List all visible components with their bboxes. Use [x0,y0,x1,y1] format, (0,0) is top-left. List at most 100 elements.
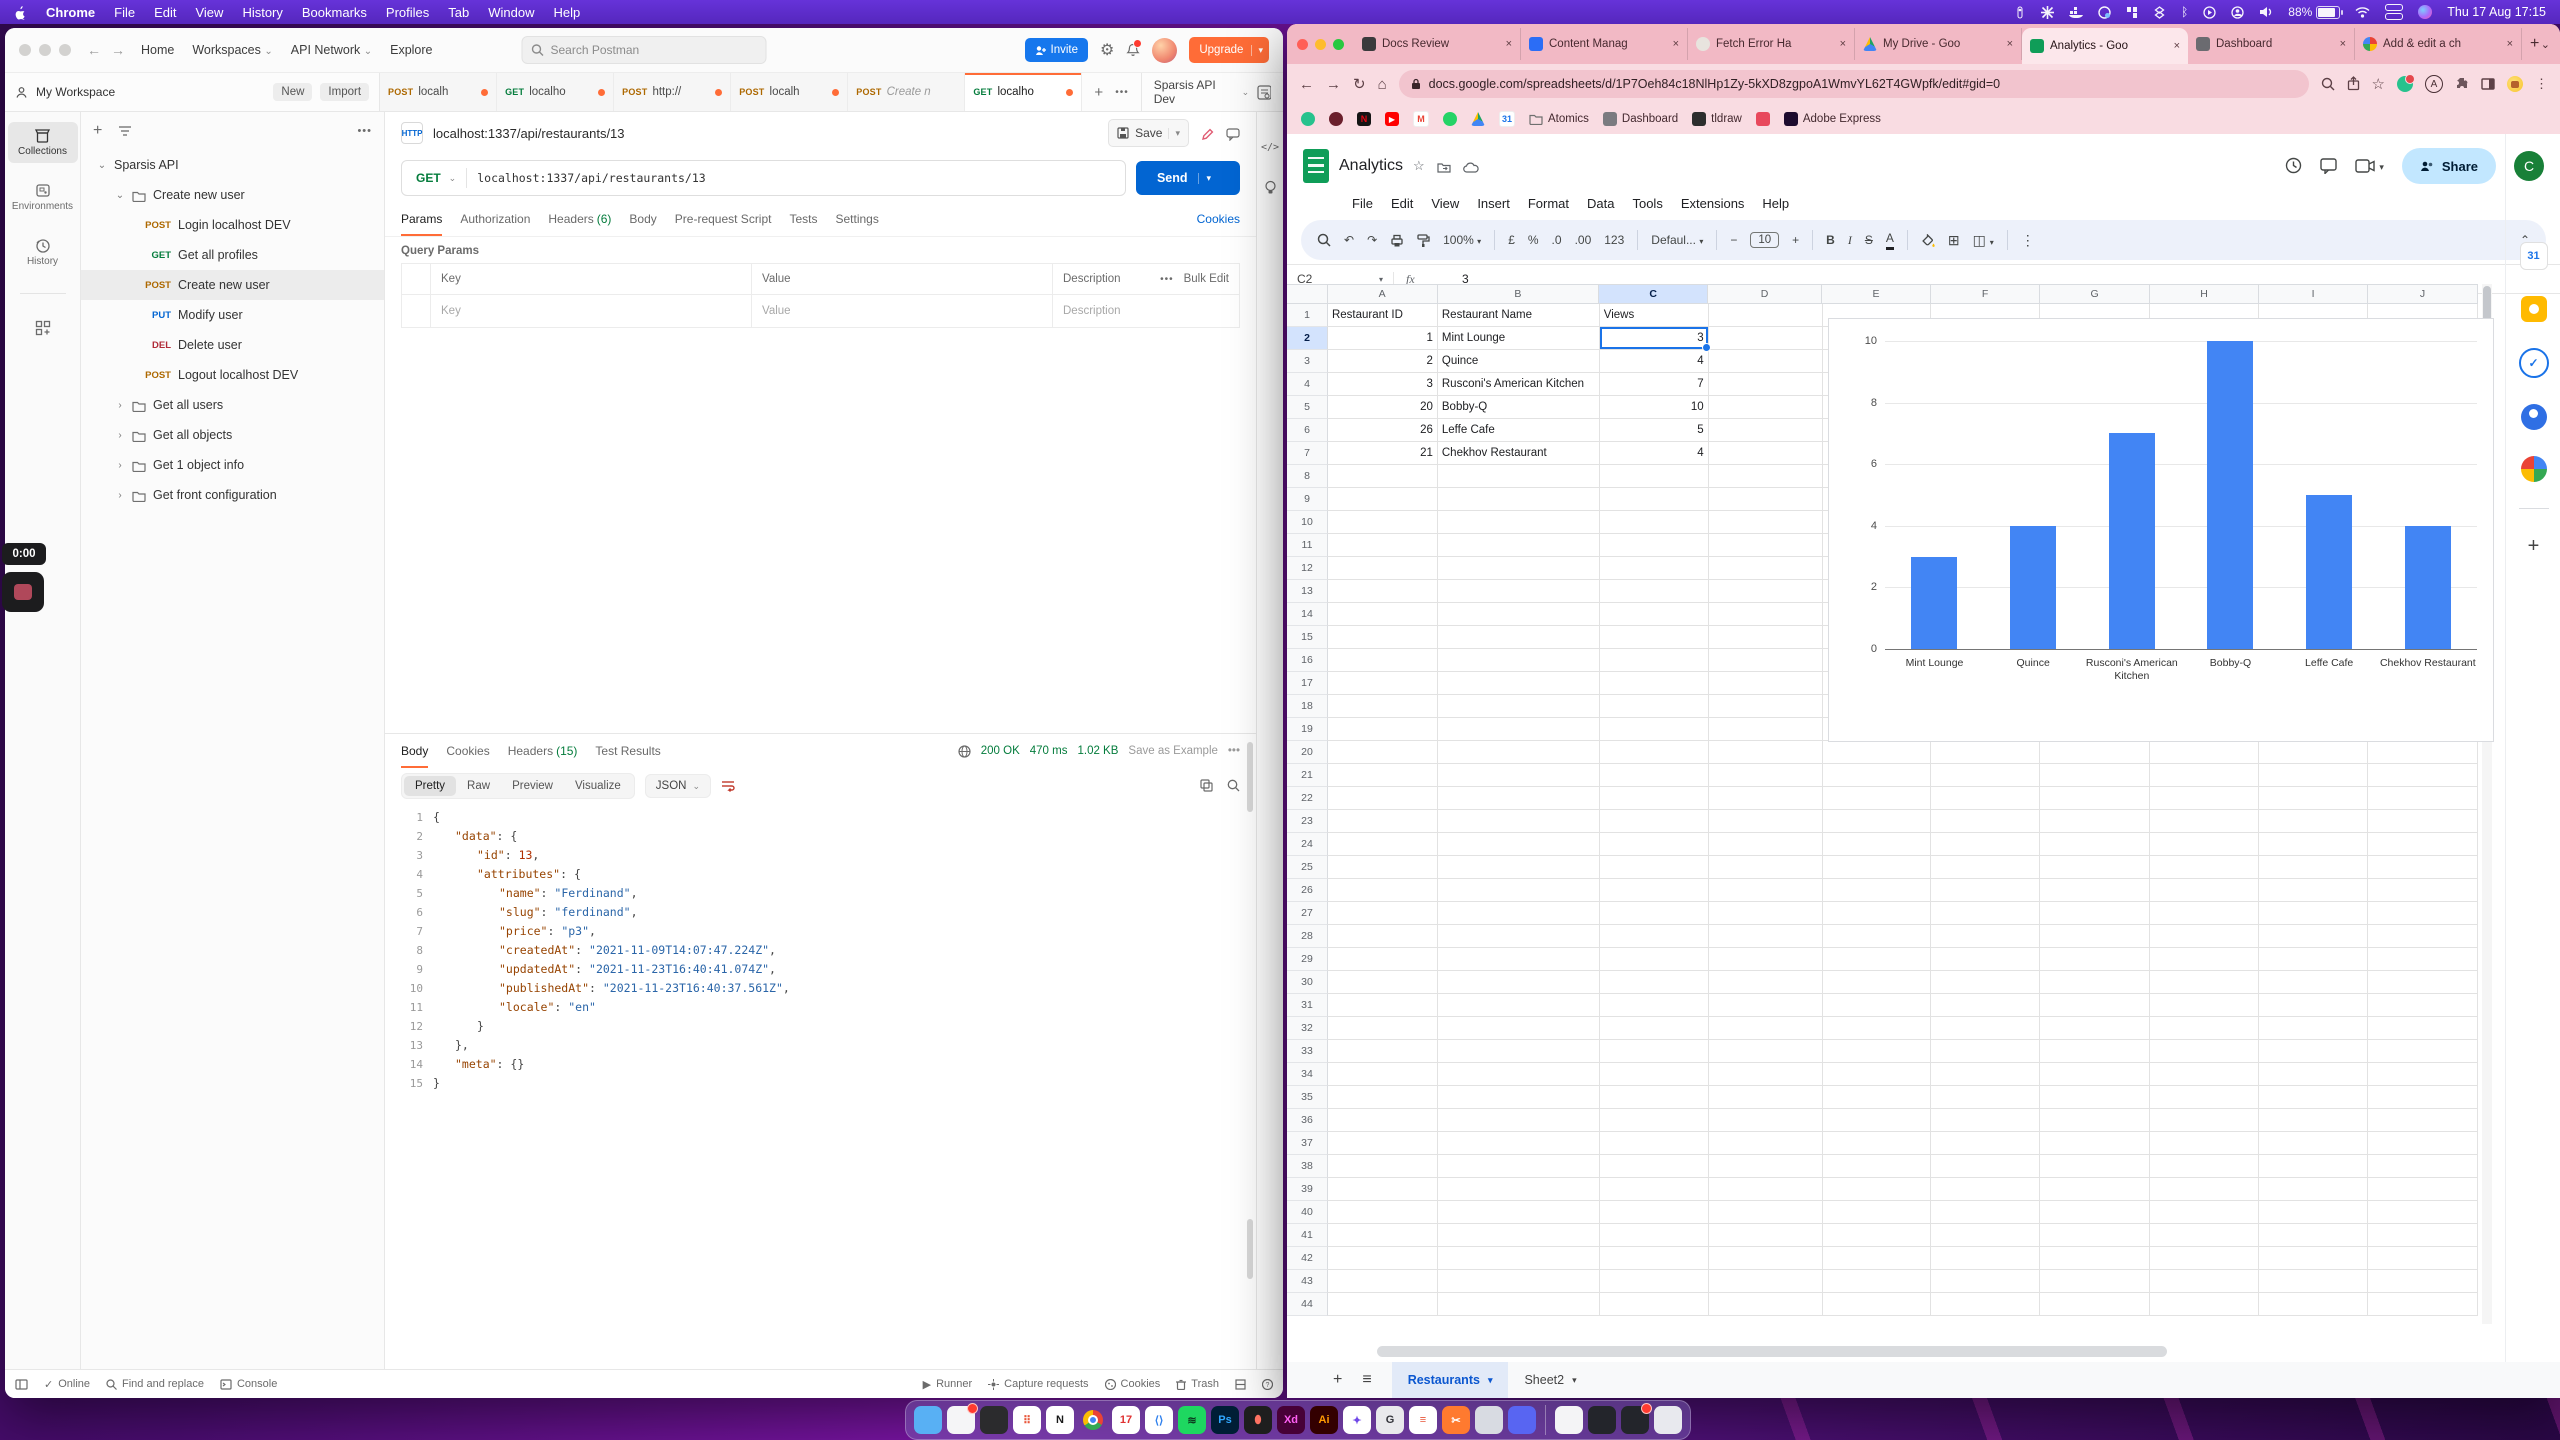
bookmark-folder[interactable]: Atomics [1529,113,1589,125]
cell-B10[interactable] [1438,511,1600,534]
row-header-11[interactable]: 11 [1287,534,1328,557]
cell-B39[interactable] [1438,1178,1600,1201]
row-header-27[interactable]: 27 [1287,902,1328,925]
cell-J34[interactable] [2368,1063,2478,1086]
cell-A16[interactable] [1328,649,1438,672]
cell-I22[interactable] [2259,787,2368,810]
cell-H44[interactable] [2150,1293,2259,1316]
cell-H26[interactable] [2150,879,2259,902]
cell-F22[interactable] [1931,787,2040,810]
notifications-bell-icon[interactable] [1126,41,1140,59]
wrap-lines-icon[interactable] [721,777,735,795]
blocks-status-icon[interactable] [2126,6,2138,19]
copy-response-icon[interactable] [1200,777,1213,795]
cell-A15[interactable] [1328,626,1438,649]
row-header-31[interactable]: 31 [1287,994,1328,1017]
tasks-panel-icon[interactable]: ✓ [2519,348,2549,378]
save-as-example-button[interactable]: Save as Example [1128,745,1218,757]
cell-J20[interactable] [2368,741,2478,764]
cell-J29[interactable] [2368,948,2478,971]
cell-C8[interactable] [1600,465,1709,488]
row-header-37[interactable]: 37 [1287,1132,1328,1155]
cell-B26[interactable] [1438,879,1600,902]
tab-headers[interactable]: Headers(6) [548,202,611,236]
sheet-tab-sheet2[interactable]: Sheet2▾ [1508,1362,1592,1398]
cell-G27[interactable] [2040,902,2150,925]
cell-I26[interactable] [2259,879,2368,902]
cell-F28[interactable] [1931,925,2040,948]
bookmark-tldraw[interactable]: tldraw [1692,112,1742,126]
info-lightbulb-icon[interactable] [1264,179,1277,197]
cell-F35[interactable] [1931,1086,2040,1109]
cell-I44[interactable] [2259,1293,2368,1316]
cell-D15[interactable] [1709,626,1823,649]
currency-format-button[interactable]: £ [1508,233,1515,247]
cell-F20[interactable] [1931,741,2040,764]
cell-A38[interactable] [1328,1155,1438,1178]
cell-C35[interactable] [1600,1086,1709,1109]
cell-B33[interactable] [1438,1040,1600,1063]
cell-B44[interactable] [1438,1293,1600,1316]
cell-E24[interactable] [1823,833,1932,856]
zoom-selector[interactable]: 100% ▾ [1443,233,1481,247]
bookmark-youtube[interactable]: ▶ [1385,112,1399,126]
tab-search-chevron[interactable]: ⌄ [2541,38,2550,51]
cell-B42[interactable] [1438,1247,1600,1270]
cell-C23[interactable] [1600,810,1709,833]
chevron-down-icon[interactable]: ⌄ [97,160,107,171]
cell-G31[interactable] [2040,994,2150,1017]
cell-G26[interactable] [2040,879,2150,902]
cell-E29[interactable] [1823,948,1932,971]
menubar-item-help[interactable]: Help [554,5,581,20]
row-header-41[interactable]: 41 [1287,1224,1328,1247]
cell-B30[interactable] [1438,971,1600,994]
row-header-12[interactable]: 12 [1287,557,1328,580]
row-header-1[interactable]: 1 [1287,304,1328,327]
window-controls[interactable] [1297,39,1344,50]
key-input[interactable]: Key [431,295,752,327]
cell-F40[interactable] [1931,1201,2040,1224]
cell-A1[interactable]: Restaurant ID [1328,304,1438,327]
bookmark-pink[interactable] [1756,112,1770,126]
cell-B29[interactable] [1438,948,1600,971]
capture-requests-button[interactable]: Capture requests [988,1378,1088,1390]
cell-E33[interactable] [1823,1040,1932,1063]
bookmark-drive[interactable] [1471,112,1485,126]
cell-D34[interactable] [1709,1063,1823,1086]
sidebar-item-collections[interactable]: Collections [8,122,78,163]
cell-I32[interactable] [2259,1017,2368,1040]
cell-B40[interactable] [1438,1201,1600,1224]
cell-E22[interactable] [1823,787,1932,810]
redo-icon[interactable]: ↷ [1367,233,1377,247]
request-item[interactable]: POSTLogout localhost DEV [81,360,384,390]
sheet-tab-menu-icon[interactable]: ▾ [1572,1375,1577,1386]
cell-B19[interactable] [1438,718,1600,741]
cell-E38[interactable] [1823,1155,1932,1178]
cell-E35[interactable] [1823,1086,1932,1109]
cell-D18[interactable] [1709,695,1823,718]
cell-D27[interactable] [1709,902,1823,925]
cell-J42[interactable] [2368,1247,2478,1270]
cell-B38[interactable] [1438,1155,1600,1178]
online-status[interactable]: ✓ Online [44,1378,90,1391]
request-item[interactable]: POSTLogin localhost DEV [81,210,384,240]
cell-C7[interactable]: 4 [1600,442,1709,465]
cell-H23[interactable] [2150,810,2259,833]
cell-A34[interactable] [1328,1063,1438,1086]
cell-J21[interactable] [2368,764,2478,787]
menubar-item-profiles[interactable]: Profiles [386,5,429,20]
cell-C21[interactable] [1600,764,1709,787]
cell-D16[interactable] [1709,649,1823,672]
view-pretty[interactable]: Pretty [404,776,456,796]
cell-F41[interactable] [1931,1224,2040,1247]
column-header-H[interactable]: H [2150,284,2259,304]
cell-B27[interactable] [1438,902,1600,925]
bulk-edit-button[interactable]: Bulk Edit [1184,273,1229,285]
back-button[interactable]: ← [87,42,101,58]
menubar-item-edit[interactable]: Edit [154,5,176,20]
chevron-right-icon[interactable]: › [115,460,125,471]
cell-D32[interactable] [1709,1017,1823,1040]
cell-B34[interactable] [1438,1063,1600,1086]
cell-I27[interactable] [2259,902,2368,925]
cell-C9[interactable] [1600,488,1709,511]
